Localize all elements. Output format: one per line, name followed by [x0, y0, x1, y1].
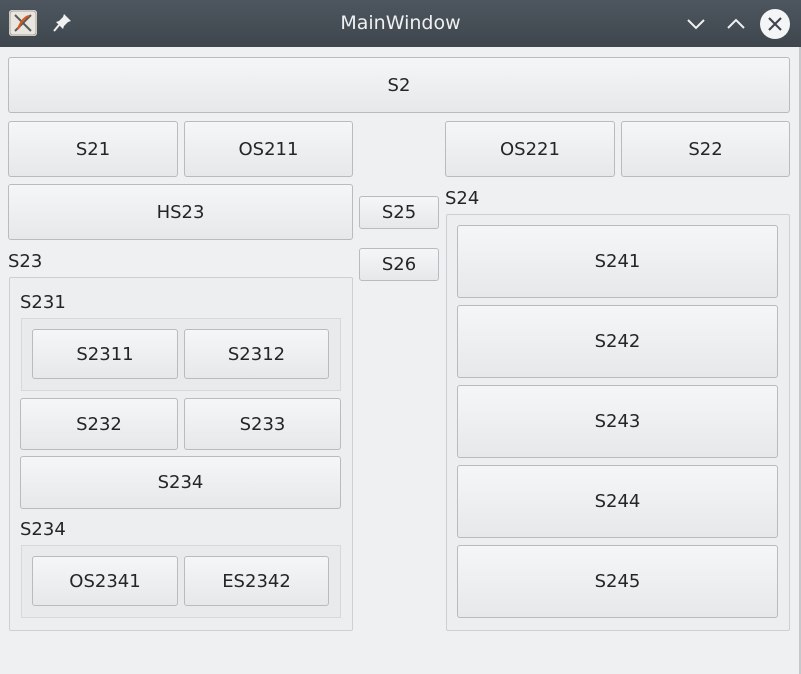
s232-button[interactable]: S232 [20, 398, 178, 450]
group-s23-title: S23 [8, 251, 43, 272]
chevron-up-icon[interactable] [723, 11, 749, 37]
s2311-button[interactable]: S2311 [32, 329, 178, 379]
s22-button[interactable]: S22 [621, 121, 790, 177]
s21-button[interactable]: S21 [8, 121, 178, 177]
s241-button[interactable]: S241 [457, 225, 778, 298]
es2342-button[interactable]: ES2342 [184, 556, 329, 606]
s242-button[interactable]: S242 [457, 305, 778, 378]
os211-button[interactable]: OS211 [184, 121, 353, 177]
s245-button[interactable]: S245 [457, 545, 778, 618]
group-s234-title: S234 [20, 519, 66, 540]
s244-button[interactable]: S244 [457, 465, 778, 538]
s243-button[interactable]: S243 [457, 385, 778, 458]
title-bar[interactable]: MainWindow [0, 0, 801, 47]
s25-button[interactable]: S25 [359, 196, 439, 229]
s233-button[interactable]: S233 [184, 398, 341, 450]
chevron-down-icon[interactable] [683, 11, 709, 37]
group-s231-title: S231 [20, 292, 66, 313]
hs23-button[interactable]: HS23 [8, 184, 353, 240]
os2341-button[interactable]: OS2341 [32, 556, 178, 606]
close-icon[interactable] [760, 9, 790, 39]
s234-button[interactable]: S234 [20, 456, 341, 509]
group-s24-title: S24 [445, 188, 480, 209]
window-title: MainWindow [340, 12, 461, 34]
s26-button[interactable]: S26 [359, 248, 439, 281]
s2312-button[interactable]: S2312 [184, 329, 329, 379]
s2-button[interactable]: S2 [8, 57, 790, 113]
os221-button[interactable]: OS221 [445, 121, 615, 177]
